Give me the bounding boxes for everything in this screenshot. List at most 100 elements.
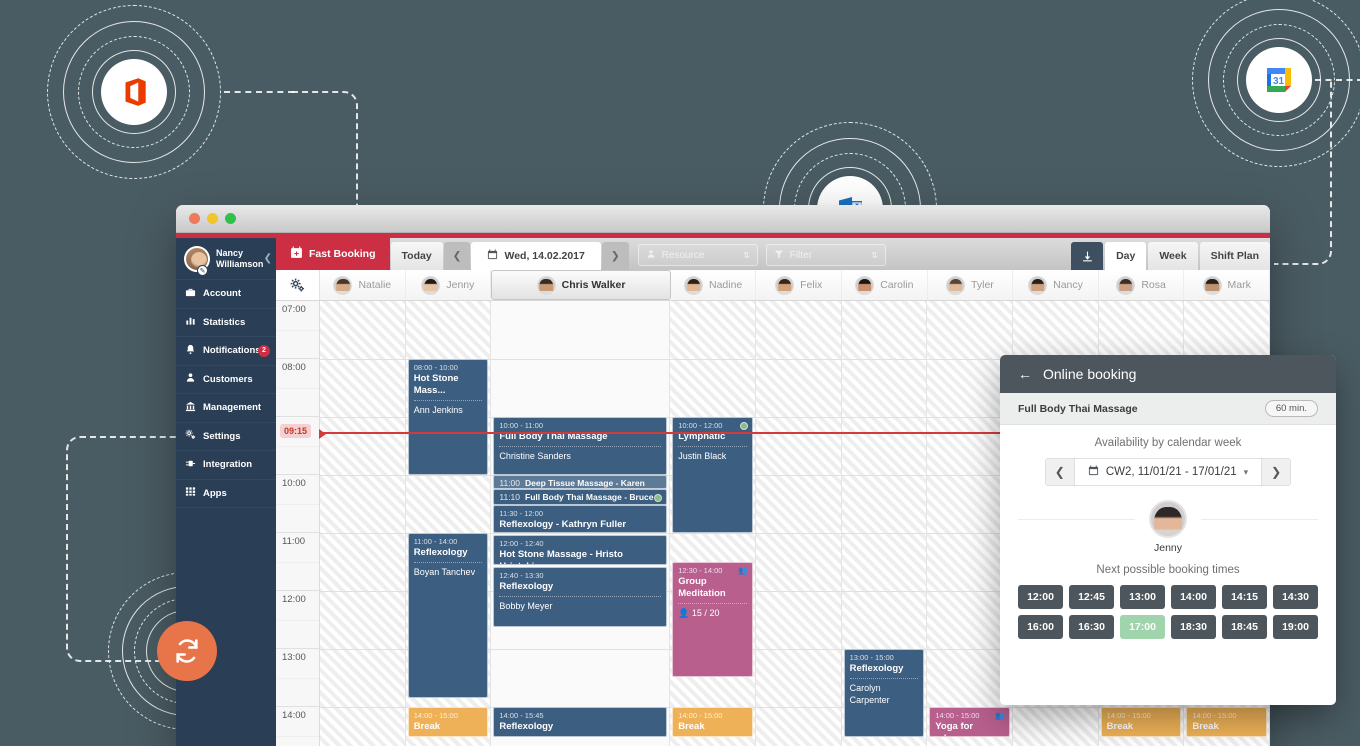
- prev-day-button[interactable]: ❮: [443, 242, 471, 270]
- download-button[interactable]: [1071, 242, 1104, 270]
- date-label: Wed, 14.02.2017: [504, 250, 585, 262]
- chevron-left-icon[interactable]: ❮: [264, 253, 272, 264]
- grid-hour-line: [755, 591, 841, 592]
- resource-column-rosa[interactable]: Rosa: [1098, 270, 1185, 300]
- view-button-day[interactable]: Day: [1105, 242, 1147, 270]
- resource-column-mark[interactable]: Mark: [1184, 270, 1270, 300]
- sidebar-user[interactable]: ✎ Nancy Williamson ❮: [176, 238, 276, 280]
- resource-column-carolin[interactable]: Carolin: [842, 270, 928, 300]
- sidebar-item-label: Management: [203, 402, 262, 414]
- week-range-button[interactable]: CW2, 11/01/21 - 17/01/21 ▾: [1074, 458, 1262, 486]
- booking-slot-1430[interactable]: 14:30: [1273, 585, 1318, 609]
- calendar-event[interactable]: 12:40 - 13:30 Reflexology Bobby Meyer: [493, 567, 668, 627]
- calendar-event[interactable]: 14:00 - 15:00 Break: [672, 707, 753, 737]
- booking-slot-1415[interactable]: 14:15: [1222, 585, 1267, 609]
- settings-gear-icon[interactable]: [276, 270, 320, 300]
- event-divider: [678, 603, 747, 604]
- calendar-event[interactable]: 14:00 - 15:00 Break: [1186, 707, 1268, 737]
- resource-column-jenny[interactable]: Jenny: [405, 270, 492, 300]
- booking-slot-1900[interactable]: 19:00: [1273, 615, 1318, 639]
- minimize-button[interactable]: [207, 213, 218, 224]
- calendar-event[interactable]: 13:00 - 15:00 Reflexology Carolyn Carpente…: [843, 649, 925, 737]
- sidebar-item-apps[interactable]: Apps: [176, 480, 276, 508]
- calendar-column[interactable]: [320, 301, 406, 746]
- current-date[interactable]: Wed, 14.02.2017: [471, 242, 601, 270]
- sidebar-item-account[interactable]: Account: [176, 280, 276, 309]
- view-button-shift-plan[interactable]: Shift Plan: [1199, 242, 1270, 270]
- booking-slot-1830[interactable]: 18:30: [1171, 615, 1216, 639]
- resource-name: Nadine: [709, 279, 743, 291]
- resource-column-natalie[interactable]: Natalie: [320, 270, 406, 300]
- close-button[interactable]: [189, 213, 200, 224]
- resource-column-nancy[interactable]: Nancy: [1013, 270, 1099, 300]
- event-time: 14:00 - 15:45: [499, 711, 544, 720]
- resource-name: Chris Walker: [561, 279, 626, 291]
- booking-slot-1400[interactable]: 14:00: [1171, 585, 1216, 609]
- pencil-icon[interactable]: ✎: [197, 265, 208, 276]
- grid-hour-line: [320, 649, 405, 650]
- sidebar-item-management[interactable]: Management: [176, 394, 276, 423]
- calendar-event[interactable]: 14:00 - 15:00 Break: [1100, 707, 1182, 737]
- online-booking-title: Online booking: [1043, 366, 1137, 382]
- booking-slot-1630[interactable]: 16:30: [1069, 615, 1114, 639]
- resource-column-tyler[interactable]: Tyler: [927, 270, 1014, 300]
- calendar-event[interactable]: 10:00 - 11:00 Full Body Thai Massage Chris…: [493, 417, 668, 475]
- booking-slot-1245[interactable]: 12:45: [1069, 585, 1114, 609]
- calendar-event[interactable]: 11:00 - 14:00 Reflexology Boyan Tanchev: [407, 533, 489, 698]
- fast-booking-button[interactable]: Fast Booking: [276, 238, 390, 270]
- bell-icon: [185, 344, 196, 358]
- sidebar-item-integration[interactable]: Integration: [176, 451, 276, 480]
- today-button[interactable]: Today: [390, 242, 443, 270]
- booking-slot-1700[interactable]: 17:00: [1120, 615, 1165, 639]
- event-name: Reflexology: [499, 721, 554, 732]
- event-time: 11:00 - 14:00: [413, 537, 458, 546]
- calendar-column[interactable]: 10:00 - 12:00 Lymphatic Justin Black 12:30 …: [670, 301, 756, 746]
- maximize-button[interactable]: [225, 213, 236, 224]
- calendar-event[interactable]: 11:30 - 12:00 Reflexology - Kathryn Fulle…: [493, 505, 668, 533]
- calendar-column[interactable]: 13:00 - 15:00 Reflexology Carolyn Carpente…: [841, 301, 928, 746]
- sidebar-item-customers[interactable]: Customers: [176, 366, 276, 394]
- booking-time-slots: 12:00 12:45 13:00 14:00 14:15 14:30 16:00 16:30…: [1018, 585, 1318, 639]
- resource-column-felix[interactable]: Felix: [756, 270, 843, 300]
- sidebar-item-settings[interactable]: Settings: [176, 423, 276, 451]
- sidebar-item-notifications[interactable]: Notifications 2: [176, 337, 276, 366]
- calendar-column[interactable]: 08:00 - 10:00 Hot Stone Mass... Ann Jenkin…: [405, 301, 492, 746]
- view-button-week[interactable]: Week: [1148, 242, 1198, 270]
- event-name: Reflexology - Kathryn Fuller: [499, 519, 627, 530]
- booking-slot-1845[interactable]: 18:45: [1222, 615, 1267, 639]
- resource-name: Felix: [800, 279, 823, 291]
- next-week-button[interactable]: ❯: [1261, 458, 1292, 486]
- calendar-event[interactable]: 12:00 - 12:40 Hot Stone Massage - Hristo …: [493, 535, 668, 565]
- booking-slot-1600[interactable]: 16:00: [1018, 615, 1063, 639]
- calendar-event[interactable]: 11:00 Deep Tissue Massage - Karen Jimenez: [493, 475, 668, 489]
- calendar-event[interactable]: 08:00 - 10:00 Hot Stone Mass... Ann Jenkin…: [407, 359, 489, 475]
- event-name: Break: [678, 721, 705, 732]
- arrow-left-icon[interactable]: ←: [1018, 366, 1032, 382]
- sidebar-item-statistics[interactable]: Statistics: [176, 309, 276, 337]
- calendar-event[interactable]: 10:00 - 12:00 Lymphatic Justin Black: [672, 417, 753, 533]
- calendar-event[interactable]: 14:00 - 15:00Yoga for advan... 👥: [929, 707, 1010, 737]
- grid-icon: [185, 486, 196, 500]
- prev-week-button[interactable]: ❮: [1044, 458, 1075, 486]
- resource-select[interactable]: Resource ⇅: [637, 244, 758, 266]
- event-time: 12:30 - 14:00: [678, 566, 723, 575]
- resource-column-nadine[interactable]: Nadine: [670, 270, 757, 300]
- calendar-event[interactable]: 14:00 - 15:00 Break: [407, 707, 489, 737]
- booking-slot-1200[interactable]: 12:00: [1018, 585, 1063, 609]
- booking-slot-1300[interactable]: 13:00: [1120, 585, 1165, 609]
- resource-column-chris-walker[interactable]: Chris Walker: [491, 270, 671, 300]
- calendar-event[interactable]: 12:30 - 14:00 Group Meditation 👤 15 / 20 👥: [672, 562, 753, 677]
- booking-times-label: Next possible booking times: [1096, 564, 1240, 576]
- service-name: Full Body Thai Massage: [1018, 402, 1138, 415]
- service-bar: Full Body Thai Massage 60 min.: [1000, 393, 1336, 425]
- event-name: Reflexology: [413, 547, 468, 558]
- calendar-event[interactable]: 11:10Full Body Thai Massage - Bruce Garc…: [493, 489, 668, 505]
- avatar: [855, 275, 875, 295]
- calendar-column[interactable]: [755, 301, 842, 746]
- calendar-event[interactable]: 14:00 - 15:45 Reflexology: [493, 707, 668, 737]
- event-divider: [499, 596, 662, 597]
- calendar-column[interactable]: 10:00 - 11:00 Full Body Thai Massage Chris…: [491, 301, 671, 746]
- next-day-button[interactable]: ❯: [601, 242, 629, 270]
- filter-select[interactable]: Filter ⇅: [765, 244, 886, 266]
- event-name: Break: [413, 721, 441, 732]
